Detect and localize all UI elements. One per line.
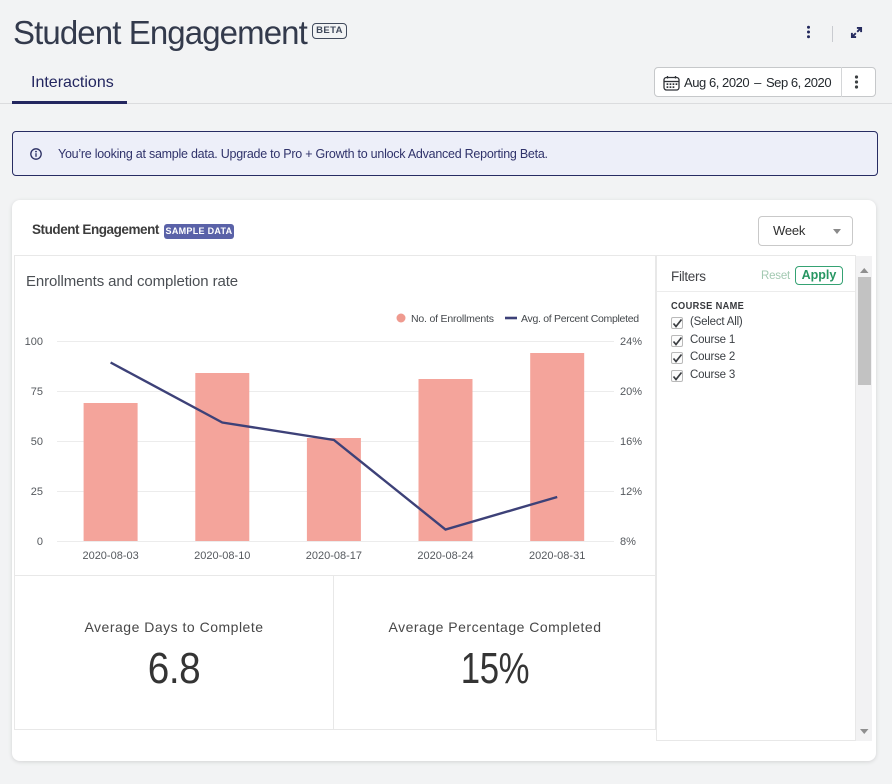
svg-text:0: 0 [37, 536, 43, 548]
svg-text:50: 50 [31, 436, 43, 448]
svg-text:75: 75 [31, 386, 43, 398]
svg-text:2020-08-17: 2020-08-17 [306, 550, 362, 562]
svg-text:20%: 20% [620, 386, 642, 398]
svg-text:24%: 24% [620, 336, 642, 348]
svg-text:8%: 8% [620, 536, 636, 548]
svg-text:100: 100 [25, 336, 43, 348]
svg-text:2020-08-24: 2020-08-24 [417, 550, 473, 562]
svg-text:16%: 16% [620, 436, 642, 448]
svg-text:12%: 12% [620, 486, 642, 498]
svg-text:2020-08-10: 2020-08-10 [194, 550, 250, 562]
svg-text:2020-08-03: 2020-08-03 [82, 550, 138, 562]
svg-text:2020-08-31: 2020-08-31 [529, 550, 585, 562]
svg-text:25: 25 [31, 486, 43, 498]
svg-text:Enrollments and completion rat: Enrollments and completion rate [26, 273, 238, 290]
svg-text:No. of Enrollments: No. of Enrollments [411, 313, 494, 325]
svg-text:Avg. of Percent Completed: Avg. of Percent Completed [521, 313, 639, 325]
